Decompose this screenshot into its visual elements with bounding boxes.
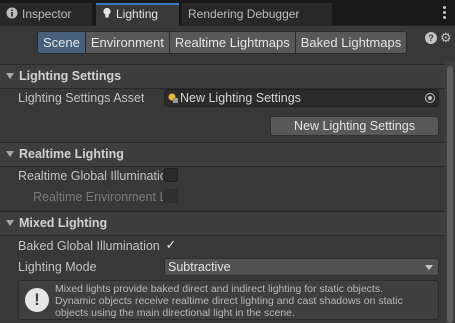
- segment-scene[interactable]: Scene: [37, 31, 86, 54]
- more-options-icon[interactable]: [443, 6, 446, 19]
- help-icon[interactable]: ?: [425, 32, 437, 44]
- chevron-down-icon: [6, 73, 14, 79]
- checkmark-icon: ✓: [165, 237, 177, 252]
- realtime-environment-label: Realtime Environment L: [33, 190, 163, 204]
- lighting-mode-label: Lighting Mode: [18, 260, 97, 274]
- section-title: Realtime Lighting: [19, 147, 124, 161]
- section-header-realtime-lighting[interactable]: Realtime Lighting: [0, 142, 445, 167]
- section-title: Lighting Settings: [19, 69, 122, 83]
- lighting-mode-value: Subtractive: [168, 260, 231, 274]
- window-tab-bar: Inspector Lighting Rendering Debugger: [0, 0, 455, 26]
- help-line: objects using the main directional light…: [55, 307, 295, 319]
- realtime-gi-label: Realtime Global Illuminatic: [18, 169, 163, 183]
- help-line: Mixed lights provide baked direct and in…: [55, 283, 384, 295]
- baked-gi-checkbox[interactable]: ✓: [164, 238, 178, 252]
- section-header-mixed-lighting[interactable]: Mixed Lighting: [0, 211, 445, 236]
- tab-lighting[interactable]: Lighting: [96, 3, 179, 26]
- section-header-lighting-settings[interactable]: Lighting Settings: [0, 64, 445, 89]
- tab-rendering-debugger[interactable]: Rendering Debugger: [182, 3, 332, 26]
- chevron-down-icon: [6, 220, 14, 226]
- lighting-mode-dropdown[interactable]: Subtractive: [164, 258, 439, 276]
- scene-view-segmented-control: Scene Environment Realtime Lightmaps Bak…: [37, 31, 408, 54]
- segment-environment[interactable]: Environment: [85, 31, 170, 54]
- tab-inspector-label: Inspector: [22, 7, 72, 21]
- lighting-settings-asset-icon: [168, 93, 178, 103]
- new-lighting-settings-button[interactable]: New Lighting Settings: [270, 116, 439, 136]
- vertical-scrollbar[interactable]: [445, 62, 455, 323]
- segment-realtime-lightmaps[interactable]: Realtime Lightmaps: [169, 31, 296, 54]
- lighting-settings-asset-label: Lighting Settings Asset: [18, 91, 145, 105]
- object-picker-icon[interactable]: [425, 93, 435, 103]
- baked-gi-label: Baked Global Illumination: [18, 239, 160, 253]
- lighting-settings-asset-field[interactable]: New Lighting Settings: [164, 89, 439, 107]
- help-text: Mixed lights provide baked direct and in…: [55, 283, 437, 319]
- realtime-environment-checkbox: [164, 189, 178, 203]
- chevron-down-icon: [425, 265, 433, 270]
- lighting-settings-asset-value: New Lighting Settings: [180, 91, 301, 105]
- tab-rendering-debugger-label: Rendering Debugger: [188, 7, 300, 21]
- lighting-mode-toolbar: Scene Environment Realtime Lightmaps Bak…: [0, 26, 455, 61]
- mixed-lighting-help-box: ! Mixed lights provide baked direct and …: [18, 280, 439, 320]
- section-title: Mixed Lighting: [19, 216, 108, 230]
- gear-icon[interactable]: ⚙: [440, 31, 453, 44]
- lightbulb-icon: [103, 7, 111, 18]
- tab-lighting-label: Lighting: [116, 7, 159, 21]
- info-icon: [6, 7, 18, 19]
- help-line: Dynamic objects receive realtime direct …: [55, 295, 403, 307]
- tab-inspector[interactable]: Inspector: [0, 3, 92, 26]
- chevron-down-icon: [6, 151, 14, 157]
- scrollbar-thumb[interactable]: [447, 66, 453, 323]
- realtime-gi-checkbox[interactable]: [164, 168, 178, 182]
- segment-baked-lightmaps[interactable]: Baked Lightmaps: [295, 31, 408, 54]
- info-icon: !: [25, 288, 49, 312]
